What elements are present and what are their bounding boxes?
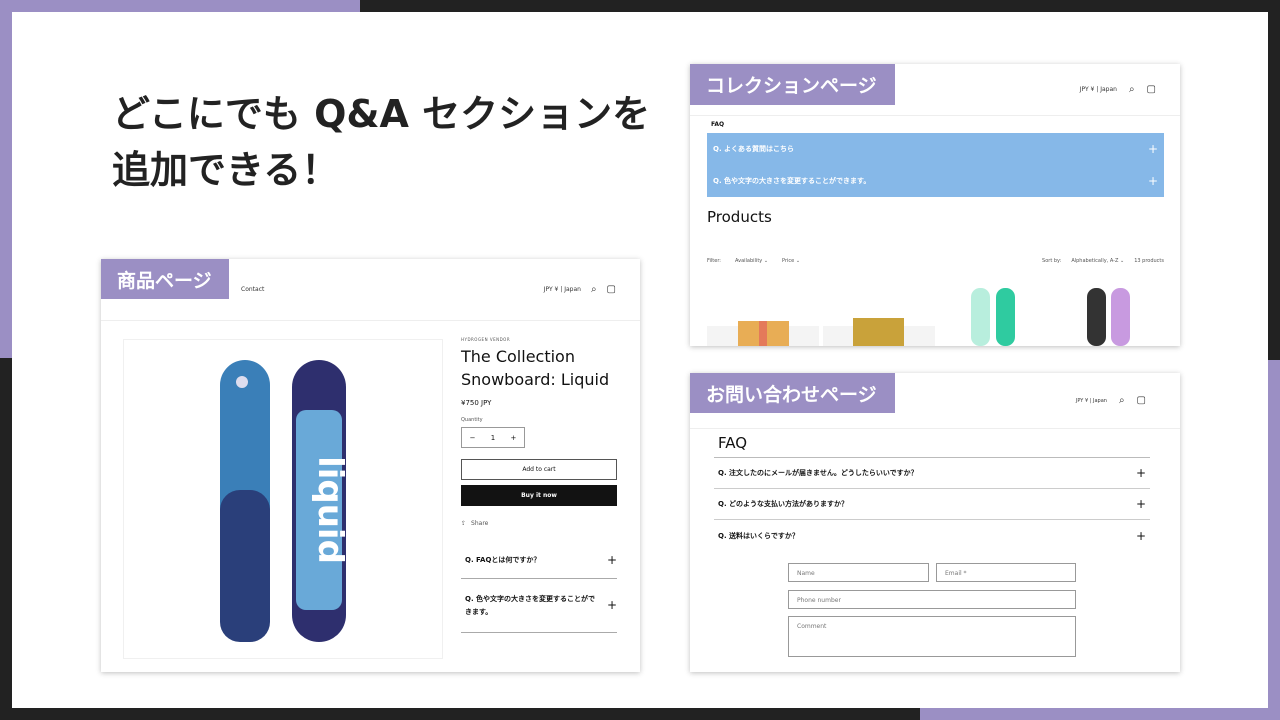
product-grid[interactable] — [707, 286, 1164, 346]
faq-item[interactable]: Q. FAQとは何ですか？ + — [461, 541, 617, 579]
cart-icon[interactable]: ▢ — [1147, 84, 1156, 95]
price: ¥750 JPY — [461, 399, 492, 407]
product-page-screenshot: Contact JPY ¥ | Japan ⌕ ▢ 商品ページ liquid H… — [101, 259, 640, 672]
faq-heading: FAQ — [718, 434, 748, 452]
email-field[interactable]: Email * — [936, 563, 1076, 582]
share-button[interactable]: ⇪ Share — [461, 520, 617, 527]
plus-icon: + — [1147, 142, 1158, 156]
page-tag: 商品ページ — [101, 259, 229, 299]
cart-icon[interactable]: ▢ — [607, 284, 616, 295]
headline-line1: どこにでも Q&A セクションを — [112, 92, 651, 136]
plus-icon: + — [1135, 497, 1146, 511]
share-label: Share — [471, 520, 489, 527]
sort-select[interactable]: Alphabetically, A-Z ⌄ — [1071, 258, 1124, 264]
plus-icon: + — [606, 598, 617, 612]
nav-contact[interactable]: Contact — [241, 286, 264, 293]
quantity-value[interactable]: 1 — [491, 434, 495, 442]
headline-line2: 追加できる！ — [112, 148, 340, 192]
sort-label: Sort by: — [1042, 258, 1062, 264]
currency-selector[interactable]: JPY ¥ | Japan — [1080, 86, 1117, 93]
quantity-stepper[interactable]: − 1 + — [461, 427, 525, 448]
buy-now-button[interactable]: Buy it now — [461, 485, 617, 506]
product-image[interactable]: liquid — [123, 339, 443, 659]
title-line1: The Collection — [461, 347, 575, 366]
plus-icon: + — [1147, 174, 1158, 188]
svg-text:liquid: liquid — [310, 456, 350, 564]
share-icon: ⇪ — [461, 520, 467, 527]
contact-page-screenshot: JPY ¥ | Japan ⌕ ▢ お問い合わせページ FAQ Q. 注文したの… — [690, 373, 1180, 672]
faq-heading: FAQ — [711, 121, 725, 128]
search-icon[interactable]: ⌕ — [591, 284, 597, 295]
search-icon[interactable]: ⌕ — [1129, 84, 1135, 95]
page-tag: コレクションページ — [690, 64, 895, 105]
cart-icon[interactable]: ▢ — [1137, 395, 1146, 406]
vendor: HYDROGEN VENDOR — [461, 337, 511, 342]
name-field[interactable]: Name — [788, 563, 929, 582]
search-icon[interactable]: ⌕ — [1119, 395, 1125, 406]
faq-question: Q. FAQとは何ですか？ — [465, 555, 541, 564]
minus-button[interactable]: − — [470, 434, 476, 442]
phone-field[interactable]: Phone number — [788, 590, 1076, 609]
product-count: 13 products — [1134, 258, 1164, 264]
filter-availability[interactable]: Availability ⌄ — [735, 258, 768, 264]
faq-question: Q. 色や文字の大きさを変更することができます。 — [465, 594, 596, 616]
faq-question: Q. 注文したのにメールが届きません。どうしたらいいですか？ — [718, 469, 918, 477]
quantity-label: Quantity — [461, 417, 483, 423]
currency-selector[interactable]: JPY ¥ | Japan — [1076, 398, 1107, 404]
faq-item[interactable]: Q. 送料はいくらですか？ + — [714, 520, 1150, 551]
faq-question: Q. 色や文字の大きさを変更することができます。 — [713, 177, 871, 185]
plus-icon: + — [606, 552, 617, 567]
faq-question: Q. どのような支払い方法がありますか？ — [718, 500, 849, 508]
faq-item[interactable]: Q. 色や文字の大きさを変更することができます。 + — [461, 579, 617, 633]
plus-icon: + — [1135, 466, 1146, 480]
title-line2: Snowboard: Liquid — [461, 370, 610, 389]
faq-question: Q. よくある質問はこちら — [713, 145, 795, 153]
filter-price[interactable]: Price ⌄ — [782, 258, 800, 264]
faq-item[interactable]: Q. どのような支払い方法がありますか？ + — [714, 489, 1150, 520]
plus-button[interactable]: + — [510, 434, 516, 442]
headline: どこにでも Q&A セクションを 追加できる！ — [112, 86, 650, 198]
collection-page-screenshot: JPY ¥ | Japan ⌕ ▢ コレクションページ FAQ Q. よくある質… — [690, 64, 1180, 346]
currency-selector[interactable]: JPY ¥ | Japan — [544, 286, 581, 293]
faq-item[interactable]: Q. 注文したのにメールが届きません。どうしたらいいですか？ + — [714, 458, 1150, 489]
page-tag: お問い合わせページ — [690, 373, 895, 413]
snowboard-image: liquid — [220, 360, 350, 642]
faq-block: Q. よくある質問はこちら + Q. 色や文字の大きさを変更することができます。 + — [707, 133, 1164, 197]
plus-icon: + — [1135, 528, 1146, 543]
filter-label: Filter: — [707, 258, 721, 264]
add-to-cart-button[interactable]: Add to cart — [461, 459, 617, 480]
comment-field[interactable]: Comment — [788, 616, 1076, 657]
faq-item[interactable]: Q. 色や文字の大きさを変更することができます。 + — [707, 165, 1164, 197]
products-heading: Products — [707, 208, 772, 226]
product-title: The Collection Snowboard: Liquid — [461, 345, 617, 391]
faq-question: Q. 送料はいくらですか？ — [718, 531, 799, 540]
faq-item[interactable]: Q. よくある質問はこちら + — [707, 133, 1164, 165]
